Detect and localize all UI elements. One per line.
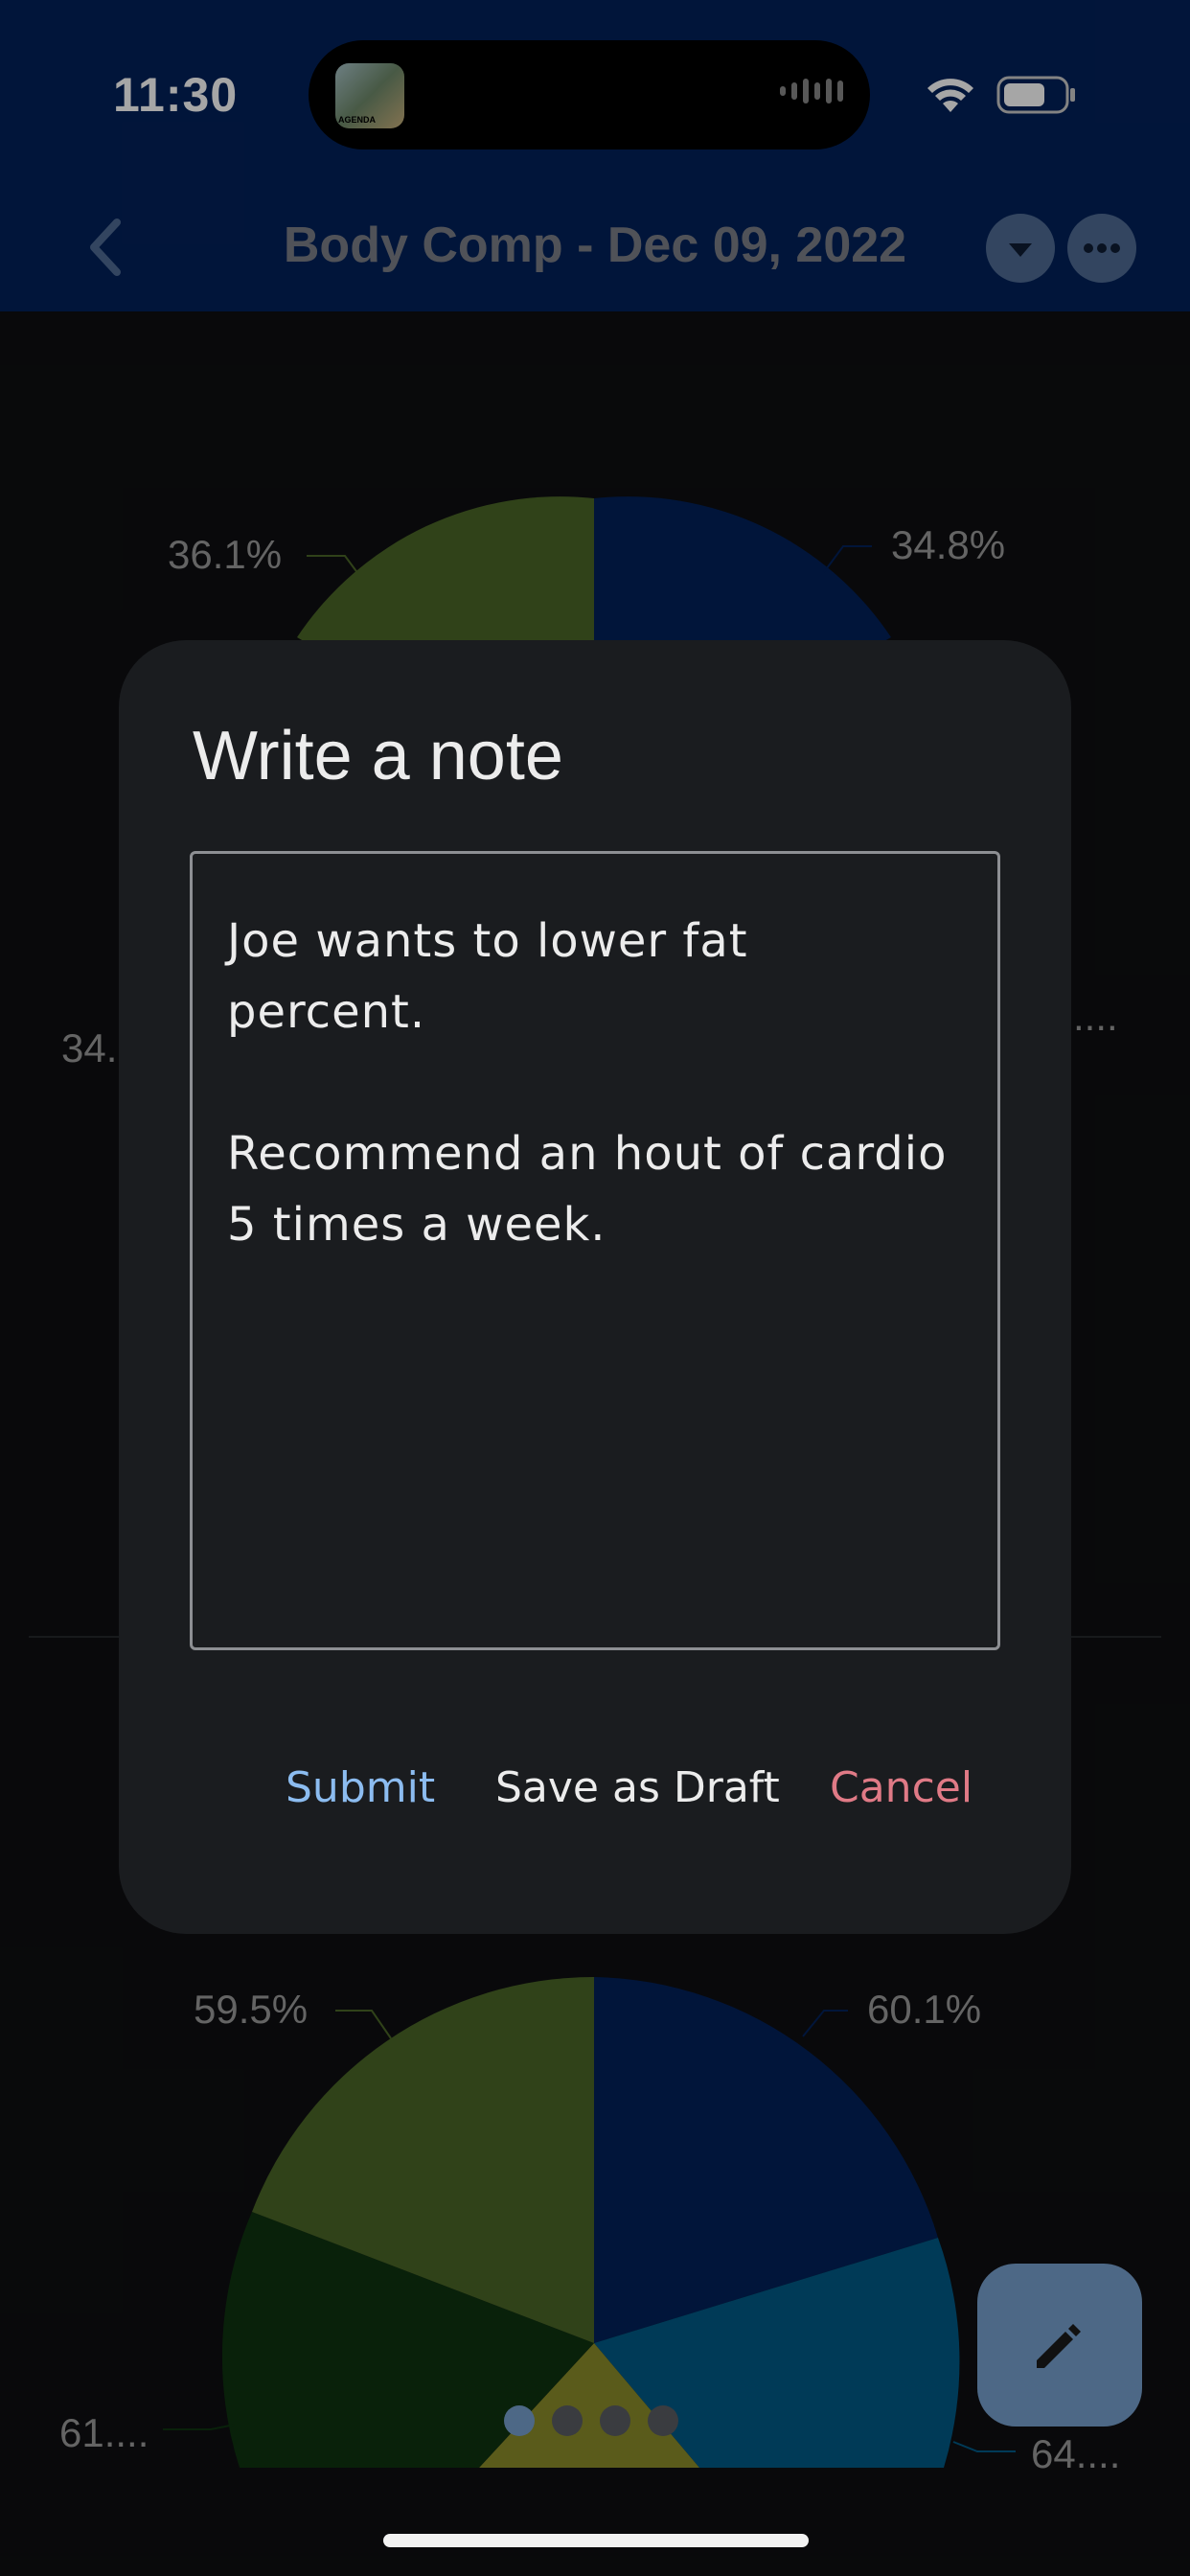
cancel-button[interactable]: Cancel <box>830 1763 973 1812</box>
page-dot[interactable] <box>552 2405 583 2436</box>
pencil-icon <box>1037 2324 1081 2368</box>
note-textarea[interactable]: Joe wants to lower fat percent. Recommen… <box>190 851 1000 1650</box>
home-indicator[interactable] <box>383 2534 809 2547</box>
edit-note-fab[interactable] <box>977 2264 1142 2426</box>
submit-button[interactable]: Submit <box>286 1763 435 1812</box>
page-dot[interactable] <box>600 2405 630 2436</box>
dialog-title: Write a note <box>193 718 563 794</box>
page-dot[interactable] <box>648 2405 678 2436</box>
page-dot-active[interactable] <box>504 2405 535 2436</box>
write-note-dialog: Write a note Joe wants to lower fat perc… <box>119 640 1071 1934</box>
save-draft-button[interactable]: Save as Draft <box>495 1763 780 1812</box>
note-text-value: Joe wants to lower fat percent. Recommen… <box>227 914 948 1252</box>
page-indicator <box>504 2405 678 2436</box>
